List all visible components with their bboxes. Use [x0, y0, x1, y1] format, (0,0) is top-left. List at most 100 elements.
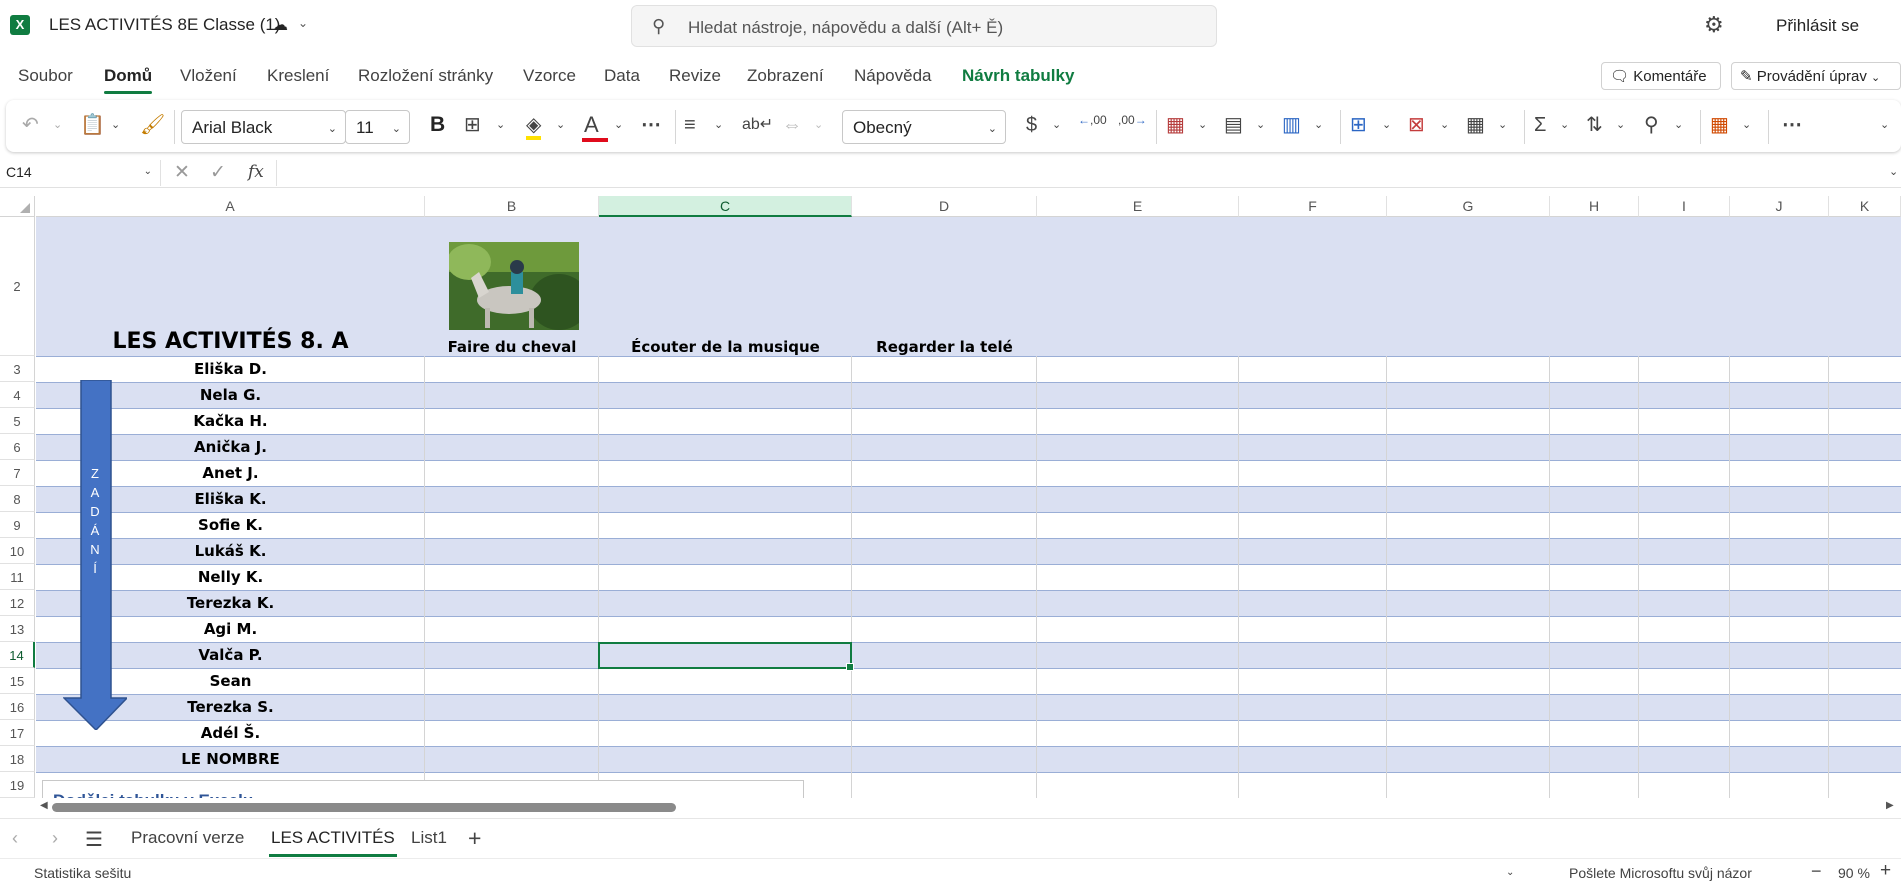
tab-vlozeni[interactable]: Vložení [180, 66, 237, 86]
conditional-format-chevron-icon[interactable]: ⌄ [1198, 118, 1207, 131]
column-header-i[interactable]: I [1639, 196, 1730, 217]
excel-logo-icon[interactable]: X [10, 15, 30, 35]
insert-function-icon[interactable]: fx [248, 162, 264, 182]
cell-styles-chevron-icon[interactable]: ⌄ [1314, 118, 1323, 131]
column-header-g[interactable]: G [1387, 196, 1550, 217]
align-icon[interactable]: ≡ [684, 114, 696, 136]
horizontal-scrollbar[interactable]: ◀ ▶ [0, 798, 1901, 818]
column-header-a[interactable]: A [36, 196, 425, 217]
autosum-chevron-icon[interactable]: ⌄ [1560, 118, 1569, 131]
scroll-right-icon[interactable]: ▶ [1886, 800, 1894, 811]
column-header-h[interactable]: H [1550, 196, 1639, 217]
zoom-in-icon[interactable]: + [1880, 860, 1891, 882]
tab-rozlozeni-stranky[interactable]: Rozložení stránky [358, 66, 493, 86]
format-table-chevron-icon[interactable]: ⌄ [1256, 118, 1265, 131]
find-icon[interactable]: ⚲ [1644, 114, 1659, 136]
sheet-title[interactable]: LES ACTIVITÉS 8. A [36, 329, 425, 354]
add-ins-chevron-icon[interactable]: ⌄ [1742, 118, 1751, 131]
column-header-k[interactable]: K [1829, 196, 1901, 217]
tab-vzorce[interactable]: Vzorce [523, 66, 576, 86]
total-label[interactable]: LE NOMBRE [36, 750, 425, 768]
spreadsheet-grid[interactable]: A B C D E F G H I J K 2 3 4 5 6 7 8 9 10… [0, 196, 1901, 802]
gear-icon[interactable]: ⚙ [1704, 12, 1724, 38]
column-header-f[interactable]: F [1239, 196, 1387, 217]
search-input[interactable]: ⚲ Hledat nástroje, nápovědu a další (Alt… [631, 5, 1217, 47]
chevron-right-icon[interactable]: › [52, 828, 58, 849]
merge-icon[interactable]: ⇔ [782, 114, 802, 136]
fill-color-icon[interactable]: ◈ [526, 114, 542, 140]
sort-filter-icon[interactable]: ⇅ [1586, 114, 1603, 136]
cell-styles-icon[interactable]: ▥ [1282, 114, 1301, 136]
row-header[interactable]: 6 [0, 434, 35, 460]
tab-zobrazeni[interactable]: Zobrazení [747, 66, 824, 86]
ribbon-expand-icon[interactable]: ⌄ [1880, 118, 1889, 131]
row-header[interactable]: 5 [0, 408, 35, 434]
column-header-b[interactable]: B [425, 196, 599, 217]
document-title[interactable]: LES ACTIVITÉS 8E Classe (1) [49, 15, 280, 35]
align-chevron-icon[interactable]: ⌄ [714, 118, 723, 131]
scroll-left-icon[interactable]: ◀ [40, 800, 48, 811]
row-header[interactable]: 3 [0, 356, 35, 382]
header-regarder-tele[interactable]: Regarder la telé [852, 338, 1037, 356]
wrap-text-icon[interactable]: ab↵ [742, 114, 773, 136]
cloud-sync-icon[interactable]: ☁ [272, 15, 288, 35]
row-header[interactable]: 7 [0, 460, 35, 486]
row-header[interactable]: 17 [0, 720, 35, 746]
row-header[interactable]: 19 [0, 772, 35, 798]
number-format-select[interactable]: Obecný ⌄ [842, 110, 1006, 144]
sheet-tab-list1[interactable]: List1 [411, 828, 447, 848]
header-faire-du-cheval[interactable]: Faire du cheval [425, 338, 599, 356]
chevron-down-icon[interactable]: ⌄ [298, 16, 308, 30]
cancel-icon[interactable]: ✕ [174, 161, 190, 184]
header-ecouter-musique[interactable]: Écouter de la musique [599, 338, 852, 356]
tab-revize[interactable]: Revize [669, 66, 721, 86]
sort-chevron-icon[interactable]: ⌄ [1616, 118, 1625, 131]
format-chevron-icon[interactable]: ⌄ [1498, 118, 1507, 131]
font-color-icon[interactable]: A [584, 114, 599, 137]
bold-button[interactable]: B [430, 114, 445, 136]
font-name-select[interactable]: Arial Black ⌄ [181, 110, 346, 144]
undo-chevron-icon[interactable]: ⌄ [53, 118, 62, 131]
format-cells-icon[interactable]: ▦ [1466, 114, 1485, 136]
row-header[interactable]: 10 [0, 538, 35, 564]
delete-chevron-icon[interactable]: ⌄ [1440, 118, 1449, 131]
chevron-left-icon[interactable]: ‹ [12, 828, 18, 849]
comments-button[interactable]: 🗨 Komentáře [1601, 62, 1721, 90]
selected-cell-c14[interactable] [598, 642, 854, 671]
tab-napoveda[interactable]: Nápověda [854, 66, 932, 86]
workbook-statistics[interactable]: Statistika sešitu [34, 865, 131, 881]
insert-cells-icon[interactable]: ⊞ [1350, 114, 1367, 136]
feedback-link[interactable]: Pošlete Microsoftu svůj názor [1569, 865, 1752, 881]
column-header-c[interactable]: C [599, 196, 852, 217]
conditional-format-icon[interactable]: ▦ [1166, 114, 1185, 136]
font-color-chevron-icon[interactable]: ⌄ [614, 118, 623, 131]
more-commands-icon[interactable]: ⋯ [1782, 114, 1802, 136]
autosum-icon[interactable]: Σ [1534, 114, 1546, 136]
tab-soubor[interactable]: Soubor [18, 66, 73, 86]
delete-cells-icon[interactable]: ⊠ [1408, 114, 1425, 136]
format-painter-icon[interactable]: 🖌 [140, 114, 165, 136]
row-header[interactable]: 8 [0, 486, 35, 512]
font-size-select[interactable]: 11 ⌄ [345, 110, 410, 144]
tab-navrh-tabulky[interactable]: Návrh tabulky [962, 66, 1074, 86]
horse-photo[interactable] [449, 242, 579, 330]
sheet-tab-les-activites[interactable]: LES ACTIVITÉS [269, 828, 397, 857]
row-header[interactable]: 4 [0, 382, 35, 408]
row-header[interactable]: 12 [0, 590, 35, 616]
currency-button[interactable]: $ [1026, 114, 1037, 136]
row-header[interactable]: 18 [0, 746, 35, 772]
insert-chevron-icon[interactable]: ⌄ [1382, 118, 1391, 131]
add-ins-icon[interactable]: ▦ [1710, 114, 1729, 136]
select-all-corner[interactable] [0, 196, 35, 217]
editing-mode-button[interactable]: ✎ Provádění úprav ⌄ [1731, 62, 1901, 90]
row-header[interactable]: 9 [0, 512, 35, 538]
row-header[interactable]: 11 [0, 564, 35, 590]
more-options-icon[interactable]: ⋯ [641, 114, 661, 136]
student-name[interactable]: Eliška D. [36, 360, 425, 378]
paste-icon[interactable]: 📋 [80, 114, 105, 136]
sheet-list-icon[interactable]: ☰ [85, 827, 103, 852]
column-header-j[interactable]: J [1730, 196, 1829, 217]
row-header[interactable]: 16 [0, 694, 35, 720]
expand-formula-icon[interactable]: ⌄ [1889, 165, 1898, 178]
scrollbar-thumb[interactable] [52, 803, 676, 812]
